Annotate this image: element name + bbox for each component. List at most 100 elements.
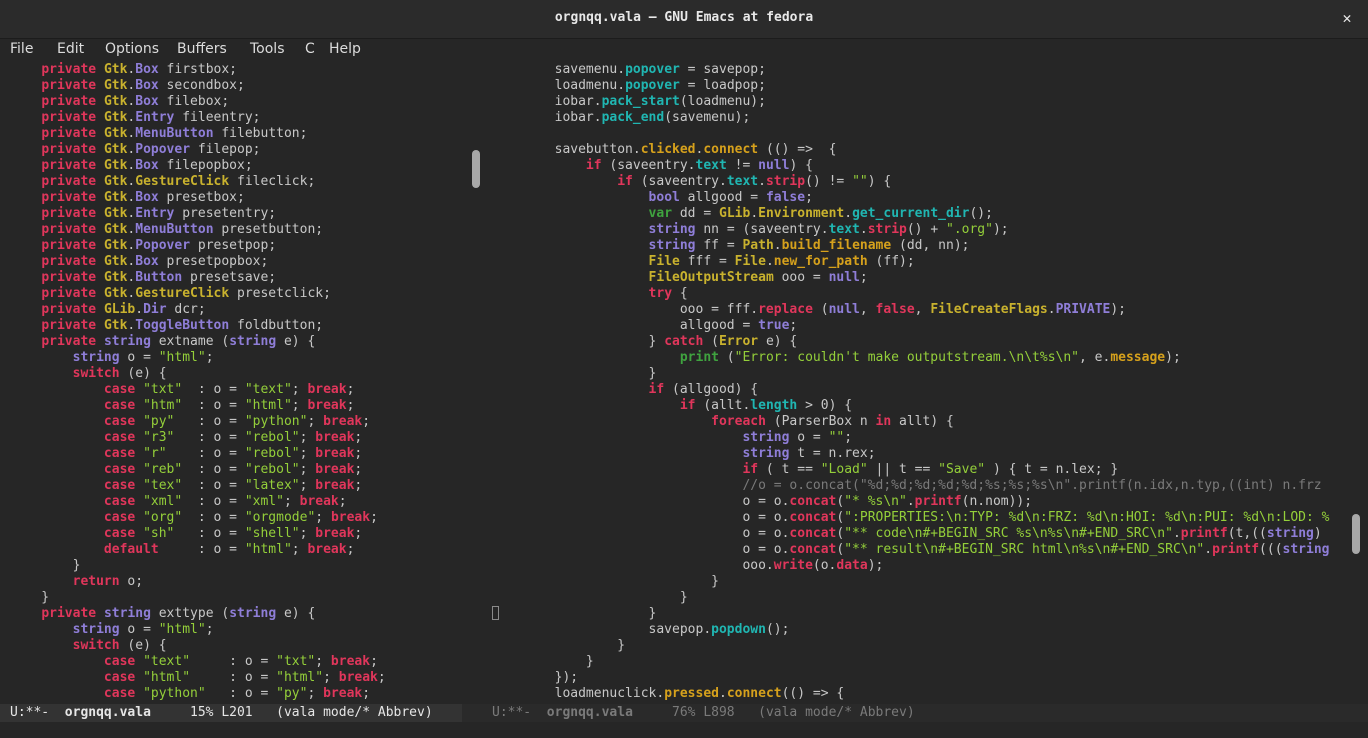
code-line[interactable]: private Gtk.Entry fileentry; — [10, 110, 462, 126]
code-line[interactable]: private GLib.Dir dcr; — [10, 302, 462, 318]
code-line[interactable]: print ("Error: couldn't make outputstrea… — [492, 350, 1344, 366]
left-scrollbar-thumb[interactable] — [472, 150, 480, 188]
code-line[interactable]: private Gtk.MenuButton presetbutton; — [10, 222, 462, 238]
code-line[interactable]: string ff = Path.build_filename (dd, nn)… — [492, 238, 1344, 254]
code-line[interactable]: private Gtk.Box filebox; — [10, 94, 462, 110]
code-line[interactable]: private Gtk.GestureClick fileclick; — [10, 174, 462, 190]
code-line[interactable]: case "reb" : o = "rebol"; break; — [10, 462, 462, 478]
code-line[interactable]: } — [492, 574, 1344, 590]
code-line[interactable] — [492, 126, 1344, 142]
right-code-area[interactable]: savemenu.popover = savepop; loadmenu.pop… — [492, 62, 1344, 702]
menu-options[interactable]: Options — [105, 41, 159, 57]
code-line[interactable]: if (allt.length > 0) { — [492, 398, 1344, 414]
code-line[interactable]: savepop.popdown(); — [492, 622, 1344, 638]
code-line[interactable]: try { — [492, 286, 1344, 302]
minibuffer[interactable] — [0, 722, 1368, 738]
code-line[interactable]: string t = n.rex; — [492, 446, 1344, 462]
code-line[interactable]: } — [10, 590, 462, 606]
code-line[interactable]: private string exttype (string e) { — [10, 606, 462, 622]
code-line[interactable]: o = o.concat("* %s\n".printf(n.nom)); — [492, 494, 1344, 510]
code-line[interactable]: ooo = fff.replace (null, false, FileCrea… — [492, 302, 1344, 318]
code-line[interactable]: ooo.write(o.data); — [492, 558, 1344, 574]
menu-help[interactable]: Help — [329, 41, 361, 57]
left-editor-window[interactable]: private Gtk.Box firstbox; private Gtk.Bo… — [10, 62, 462, 704]
code-line[interactable]: case "text" : o = "txt"; break; — [10, 654, 462, 670]
code-line[interactable]: } — [492, 606, 1344, 622]
left-code-area[interactable]: private Gtk.Box firstbox; private Gtk.Bo… — [10, 62, 462, 702]
menu-c[interactable]: C — [305, 41, 315, 57]
menu-edit[interactable]: Edit — [57, 41, 84, 57]
code-line[interactable]: } — [492, 638, 1344, 654]
code-line[interactable]: o = o.concat(":PROPERTIES:\n:TYP: %d\n:F… — [492, 510, 1344, 526]
code-line[interactable]: private Gtk.Popover presetpop; — [10, 238, 462, 254]
menu-buffers[interactable]: Buffers — [177, 41, 227, 57]
code-line[interactable]: switch (e) { — [10, 638, 462, 654]
code-line[interactable]: } — [492, 654, 1344, 670]
right-scrollbar[interactable] — [1344, 62, 1368, 704]
code-line[interactable]: string o = ""; — [492, 430, 1344, 446]
code-line[interactable]: private Gtk.Box firstbox; — [10, 62, 462, 78]
code-line[interactable]: loadmenu.popover = loadpop; — [492, 78, 1344, 94]
code-line[interactable]: var dd = GLib.Environment.get_current_di… — [492, 206, 1344, 222]
code-line[interactable]: } catch (Error e) { — [492, 334, 1344, 350]
mode-line-buffer-name[interactable]: orgnqq.vala — [547, 705, 633, 720]
code-line[interactable]: switch (e) { — [10, 366, 462, 382]
code-line[interactable]: } — [492, 366, 1344, 382]
code-line[interactable]: if (allgood) { — [492, 382, 1344, 398]
code-line[interactable]: }); — [492, 670, 1344, 686]
code-line[interactable]: savebutton.clicked.connect (() => { — [492, 142, 1344, 158]
code-line[interactable]: FileOutputStream ooo = null; — [492, 270, 1344, 286]
code-line[interactable]: o = o.concat("** code\n#+BEGIN_SRC %s\n%… — [492, 526, 1344, 542]
code-line[interactable]: private Gtk.Popover filepop; — [10, 142, 462, 158]
menu-file[interactable]: File — [10, 41, 33, 57]
code-line[interactable]: private Gtk.Box presetpopbox; — [10, 254, 462, 270]
code-line[interactable]: foreach (ParserBox n in allt) { — [492, 414, 1344, 430]
code-line[interactable]: //o = o.concat("%d;%d;%d;%d;%d;%s;%s;%s\… — [492, 478, 1344, 494]
code-line[interactable]: iobar.pack_end(savemenu); — [492, 110, 1344, 126]
code-line[interactable]: bool allgood = false; — [492, 190, 1344, 206]
code-line[interactable]: string o = "html"; — [10, 350, 462, 366]
code-line[interactable]: savemenu.popover = savepop; — [492, 62, 1344, 78]
code-line[interactable]: File fff = File.new_for_path (ff); — [492, 254, 1344, 270]
code-line[interactable]: private Gtk.GestureClick presetclick; — [10, 286, 462, 302]
code-line[interactable]: private Gtk.Button presetsave; — [10, 270, 462, 286]
code-line[interactable]: string nn = (saveentry.text.strip() + ".… — [492, 222, 1344, 238]
code-line[interactable]: } — [10, 558, 462, 574]
code-line[interactable]: case "r3" : o = "rebol"; break; — [10, 430, 462, 446]
code-line[interactable]: private Gtk.Box presetbox; — [10, 190, 462, 206]
code-line[interactable]: return o; — [10, 574, 462, 590]
code-line[interactable]: case "python" : o = "py"; break; — [10, 686, 462, 702]
code-line[interactable]: o = o.concat("** result\n#+BEGIN_SRC htm… — [492, 542, 1344, 558]
code-line[interactable]: case "tex" : o = "latex"; break; — [10, 478, 462, 494]
code-line[interactable]: case "html" : o = "html"; break; — [10, 670, 462, 686]
code-line[interactable]: } — [492, 590, 1344, 606]
code-line[interactable]: if (saveentry.text != null) { — [492, 158, 1344, 174]
code-line[interactable]: if (saveentry.text.strip() != "") { — [492, 174, 1344, 190]
mode-line-mode[interactable]: (vala mode/* Abbrev) — [276, 705, 433, 720]
code-line[interactable]: case "htm" : o = "html"; break; — [10, 398, 462, 414]
close-icon[interactable]: ✕ — [1338, 8, 1356, 28]
code-line[interactable]: iobar.pack_start(loadmenu); — [492, 94, 1344, 110]
code-line[interactable]: string o = "html"; — [10, 622, 462, 638]
code-line[interactable]: case "xml" : o = "xml"; break; — [10, 494, 462, 510]
code-line[interactable]: private Gtk.Entry presetentry; — [10, 206, 462, 222]
code-line[interactable]: private Gtk.Box filepopbox; — [10, 158, 462, 174]
code-line[interactable]: private string extname (string e) { — [10, 334, 462, 350]
mode-line-mode[interactable]: (vala mode/* Abbrev) — [758, 705, 915, 720]
mode-line-buffer-name[interactable]: orgnqq.vala — [65, 705, 151, 720]
code-line[interactable]: case "r" : o = "rebol"; break; — [10, 446, 462, 462]
mode-line-left[interactable]: U:**- orgnqq.vala 15% L201 (vala mode/* … — [0, 704, 462, 722]
menu-tools[interactable]: Tools — [250, 41, 285, 57]
code-line[interactable]: case "sh" : o = "shell"; break; — [10, 526, 462, 542]
code-line[interactable]: case "org" : o = "orgmode"; break; — [10, 510, 462, 526]
code-line[interactable]: allgood = true; — [492, 318, 1344, 334]
code-line[interactable]: case "py" : o = "python"; break; — [10, 414, 462, 430]
code-line[interactable]: private Gtk.ToggleButton foldbutton; — [10, 318, 462, 334]
code-line[interactable]: case "txt" : o = "text"; break; — [10, 382, 462, 398]
code-line[interactable]: private Gtk.MenuButton filebutton; — [10, 126, 462, 142]
left-scrollbar[interactable] — [462, 62, 490, 704]
mode-line-right[interactable]: U:**- orgnqq.vala 76% L898 (vala mode/* … — [462, 704, 1368, 722]
code-line[interactable]: if ( t == "Load" || t == "Save" ) { t = … — [492, 462, 1344, 478]
code-line[interactable]: loadmenuclick.pressed.connect(() => { — [492, 686, 1344, 702]
right-scrollbar-thumb[interactable] — [1352, 514, 1360, 554]
